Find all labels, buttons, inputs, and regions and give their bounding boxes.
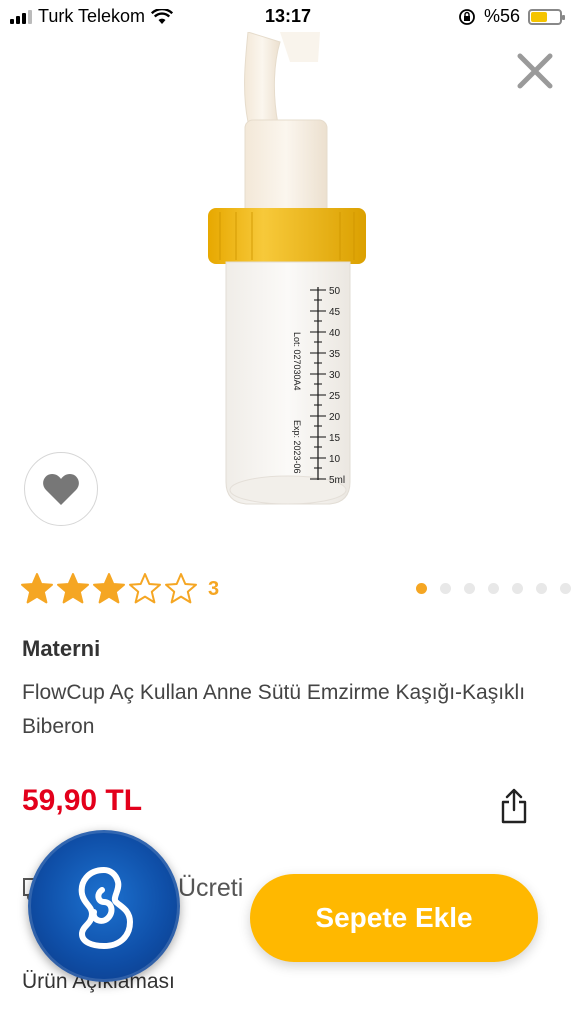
share-button[interactable] [498, 788, 530, 824]
rating[interactable]: 3 [20, 572, 219, 606]
app-logo-icon [78, 867, 133, 949]
svg-text:20: 20 [329, 412, 341, 423]
status-right: %56 [458, 6, 565, 27]
svg-text:35: 35 [329, 349, 341, 360]
svg-text:45: 45 [329, 307, 341, 318]
battery-percent: %56 [483, 6, 520, 26]
close-button[interactable] [512, 48, 558, 94]
pagination-dot[interactable] [512, 583, 523, 594]
pagination-dot[interactable] [440, 583, 451, 594]
product-title: FlowCup Aç Kullan Anne Sütü Emzirme Kaşı… [22, 681, 526, 738]
pagination-dot[interactable] [560, 583, 571, 594]
brand-name[interactable]: Materni [22, 636, 100, 662]
close-icon [517, 53, 553, 89]
orientation-lock-icon [459, 8, 475, 25]
svg-text:5ml: 5ml [329, 475, 345, 486]
star-filled-icon [57, 573, 89, 604]
add-to-cart-button[interactable]: Sepete Ekle [250, 874, 538, 962]
battery-icon [528, 8, 565, 25]
image-pagination[interactable] [416, 583, 571, 594]
rating-count: 3 [208, 577, 220, 600]
svg-text:Lot: 027030A4: Lot: 027030A4 [292, 332, 302, 391]
star-filled-icon [21, 573, 53, 604]
shipping-label: Ücreti [178, 874, 244, 902]
favorite-button[interactable] [24, 452, 98, 526]
price: 59,90 TL [22, 784, 143, 817]
svg-text:50: 50 [329, 286, 341, 297]
floating-app-badge[interactable] [28, 830, 180, 982]
svg-text:15: 15 [329, 433, 341, 444]
pagination-dot[interactable] [488, 583, 499, 594]
star-empty-icon [165, 573, 197, 604]
pagination-dot-active[interactable] [416, 583, 427, 594]
heart-icon [43, 474, 79, 505]
pagination-dot[interactable] [464, 583, 475, 594]
svg-text:10: 10 [329, 454, 341, 465]
star-empty-icon [129, 573, 161, 604]
svg-text:Exp: 2023-06: Exp: 2023-06 [292, 420, 302, 474]
star-filled-icon [93, 573, 125, 604]
status-bar: Turk Telekom 13:17 %56 [0, 0, 576, 34]
pagination-dot[interactable] [536, 583, 547, 594]
svg-text:25: 25 [329, 391, 341, 402]
share-icon [501, 788, 527, 824]
svg-text:30: 30 [329, 370, 341, 381]
svg-text:40: 40 [329, 328, 341, 339]
product-image[interactable]: 50 45 40 35 30 25 20 15 10 5ml Lot: 0270… [190, 32, 390, 552]
